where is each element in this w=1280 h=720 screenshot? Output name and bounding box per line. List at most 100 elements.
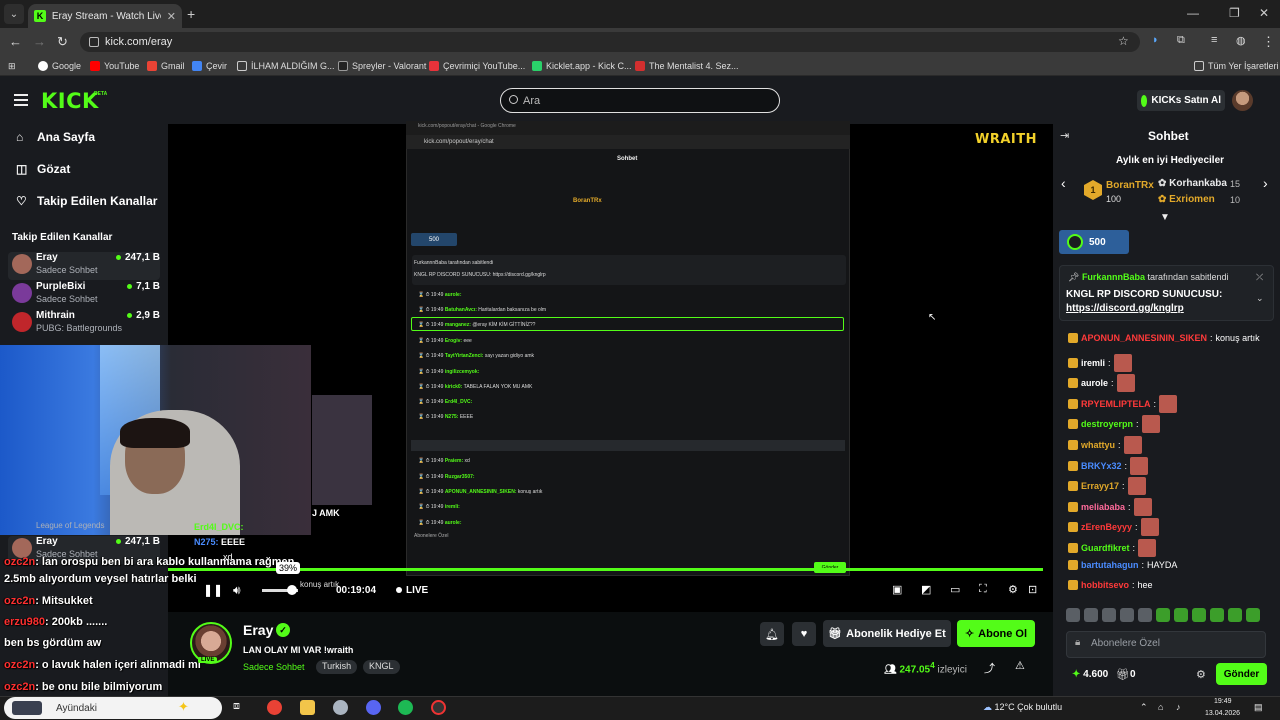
followed-channel-eray[interactable]: Eray Sadece Sohbet 247,1 B xyxy=(8,252,160,280)
chat-emote-icon[interactable] xyxy=(1116,374,1135,393)
chrome-icon[interactable] xyxy=(267,700,282,715)
chat-username[interactable]: whattyu xyxy=(1081,440,1115,450)
stream-category-link[interactable]: Sadece Sohbet xyxy=(243,662,305,672)
chat-username[interactable]: Errayy17 xyxy=(1081,481,1119,491)
gifter-entry[interactable]: ✿ Korhankaba xyxy=(1158,178,1227,189)
top-gifter-name[interactable]: BoranTRx xyxy=(1106,180,1154,191)
clock-time[interactable]: 19:49 xyxy=(1214,698,1232,705)
chat-username[interactable]: bartutahagun xyxy=(1081,560,1139,570)
chat-settings-icon[interactable]: ⚙ xyxy=(1196,668,1206,681)
nav-following[interactable]: ♡ Takip Edilen Kanallar xyxy=(16,194,157,208)
filter-icon[interactable]: ▼ xyxy=(1160,212,1170,223)
task-view-icon[interactable]: ⧈ xyxy=(233,700,248,715)
followed-channel-purplebixi[interactable]: PurpleBixi Sadece Sohbet 7,1 B xyxy=(8,281,160,309)
bookmark-youtube[interactable]: YouTube xyxy=(90,61,139,71)
user-avatar[interactable] xyxy=(1232,90,1253,111)
url-text[interactable]: kick.com/eray xyxy=(105,36,172,48)
tag-turkish[interactable]: Turkish xyxy=(316,660,358,674)
chat-username[interactable]: aurole xyxy=(1081,378,1108,388)
chat-username[interactable]: hobbitsevo xyxy=(1081,580,1129,590)
notification-icon[interactable]: ▤ xyxy=(1254,702,1263,713)
address-bar[interactable] xyxy=(80,32,1140,52)
maximize-icon[interactable]: ❐ xyxy=(1229,6,1240,20)
followed-channel-mithrain[interactable]: Mithrain PUBG: Battlegrounds 2,9 B xyxy=(8,310,160,338)
pause-icon[interactable]: ❚❚ xyxy=(203,583,223,597)
notification-bell-icon[interactable]: 🔔︎ xyxy=(760,622,784,646)
hamburger-menu-icon[interactable] xyxy=(14,94,28,106)
nav-browse[interactable]: ◫ Gözat xyxy=(16,162,70,176)
chat-emote-icon[interactable] xyxy=(1140,518,1159,537)
bookmark-google[interactable]: Google xyxy=(38,61,81,71)
chevron-right-icon[interactable]: › xyxy=(1263,175,1268,191)
emote-icon[interactable] xyxy=(1228,608,1242,622)
browser-tab[interactable]: K Eray Stream - Watch Live o ✕ xyxy=(28,4,182,28)
search-input[interactable] xyxy=(500,88,780,113)
emote-icon[interactable] xyxy=(1156,608,1170,622)
follow-heart-icon[interactable]: ♥ xyxy=(792,622,816,646)
chat-username[interactable]: zErenBeyyy xyxy=(1081,522,1132,532)
chat-username[interactable]: iremli xyxy=(1081,358,1105,368)
clapper-icon[interactable]: ◩ xyxy=(921,583,931,596)
weather-widget[interactable]: ☁ 12°C Çok bulutlu xyxy=(983,702,1062,713)
emote-icon[interactable] xyxy=(1174,608,1188,622)
chat-emote-icon[interactable] xyxy=(1138,539,1157,557)
site-info-icon[interactable] xyxy=(89,37,99,47)
chat-emote-icon[interactable] xyxy=(1130,456,1149,475)
clip-icon[interactable]: ▣ xyxy=(892,583,902,596)
send-button[interactable]: Gönder xyxy=(1216,663,1267,685)
chat-emote-icon[interactable] xyxy=(1141,415,1160,434)
nav-home[interactable]: ⌂ Ana Sayfa xyxy=(16,130,95,144)
emote-icon[interactable] xyxy=(1138,608,1152,622)
reload-icon[interactable]: ↻ xyxy=(57,34,68,50)
spotify-icon[interactable] xyxy=(398,700,413,715)
kick-logo[interactable]: KICK xyxy=(41,89,99,113)
volume-icon[interactable]: 🔊︎ xyxy=(233,583,241,598)
bookmark-folder[interactable]: İLHAM ALDIĞIM G... xyxy=(237,61,335,71)
menu-kebab-icon[interactable]: ⋮ xyxy=(1262,34,1275,50)
chevron-left-icon[interactable]: ‹ xyxy=(1061,175,1066,191)
chat-username[interactable]: RPYEMLIPTELA xyxy=(1081,399,1151,409)
theater-mode-icon[interactable]: ▭ xyxy=(950,583,960,596)
buy-kicks-button[interactable]: KICKs Satın Al xyxy=(1137,90,1225,111)
emote-icon[interactable] xyxy=(1102,608,1116,622)
tray-chevron-icon[interactable]: ⌃ xyxy=(1140,702,1148,713)
emote-icon[interactable] xyxy=(1246,608,1260,622)
tab-close-icon[interactable]: ✕ xyxy=(167,10,176,23)
chat-emote-icon[interactable] xyxy=(1133,497,1152,516)
share-icon[interactable]: ⤴ xyxy=(984,660,995,676)
discord-icon[interactable] xyxy=(366,700,381,715)
apps-grid-icon[interactable]: ⊞ xyxy=(8,61,16,72)
emote-icon[interactable] xyxy=(1120,608,1134,622)
emote-icon[interactable] xyxy=(1192,608,1206,622)
bookmark-star-icon[interactable]: ☆ xyxy=(1118,34,1129,48)
subscribe-button[interactable]: ✧ Abone Ol xyxy=(957,620,1035,647)
chat-username[interactable]: APONUN_ANNESININ_SIKEN xyxy=(1081,333,1207,343)
minimize-icon[interactable]: — xyxy=(1187,6,1199,20)
app-icon[interactable] xyxy=(333,700,348,715)
extensions-puzzle-icon[interactable]: ⧉ xyxy=(1177,34,1185,47)
fullscreen-icon[interactable]: ⛶ xyxy=(979,583,987,596)
close-window-icon[interactable]: ✕ xyxy=(1259,6,1269,20)
streamer-name[interactable]: Eray xyxy=(243,622,273,638)
bookmark-translate[interactable]: Çevir xyxy=(192,61,227,71)
bookmark-mentalist[interactable]: The Mentalist 4. Sez... xyxy=(635,61,739,71)
gifter-entry[interactable]: ✿ Exriomen xyxy=(1158,194,1215,205)
chat-emote-icon[interactable] xyxy=(1159,394,1178,413)
bookmark-youtube-online[interactable]: Çevrimiçi YouTube... xyxy=(429,61,525,71)
emote-icon[interactable] xyxy=(1210,608,1224,622)
volume-slider-handle[interactable] xyxy=(287,585,298,595)
new-tab-icon[interactable]: + xyxy=(187,6,195,22)
chevron-down-icon[interactable]: ⌄ xyxy=(1256,293,1264,304)
bookmark-valorant[interactable]: Spreyler - Valorant xyxy=(338,61,426,71)
bookmark-kicklet[interactable]: Kicklet.app - Kick C... xyxy=(532,61,632,71)
gift-subscription-button[interactable]: 🎁︎ Abonelik Hediye Et xyxy=(823,620,951,647)
channel-points[interactable]: 4.600 xyxy=(1072,669,1108,680)
chat-emote-icon[interactable] xyxy=(1123,436,1142,454)
chat-emote-icon[interactable] xyxy=(1127,477,1146,496)
emote-icon[interactable] xyxy=(1066,608,1080,622)
file-explorer-icon[interactable] xyxy=(300,700,315,715)
bookmark-gmail[interactable]: Gmail xyxy=(147,61,185,71)
network-icon[interactable]: ⌂ xyxy=(1158,702,1163,712)
settings-gear-icon[interactable]: ⚙ xyxy=(1008,583,1018,596)
report-warning-icon[interactable]: ⚠ xyxy=(1015,659,1025,672)
